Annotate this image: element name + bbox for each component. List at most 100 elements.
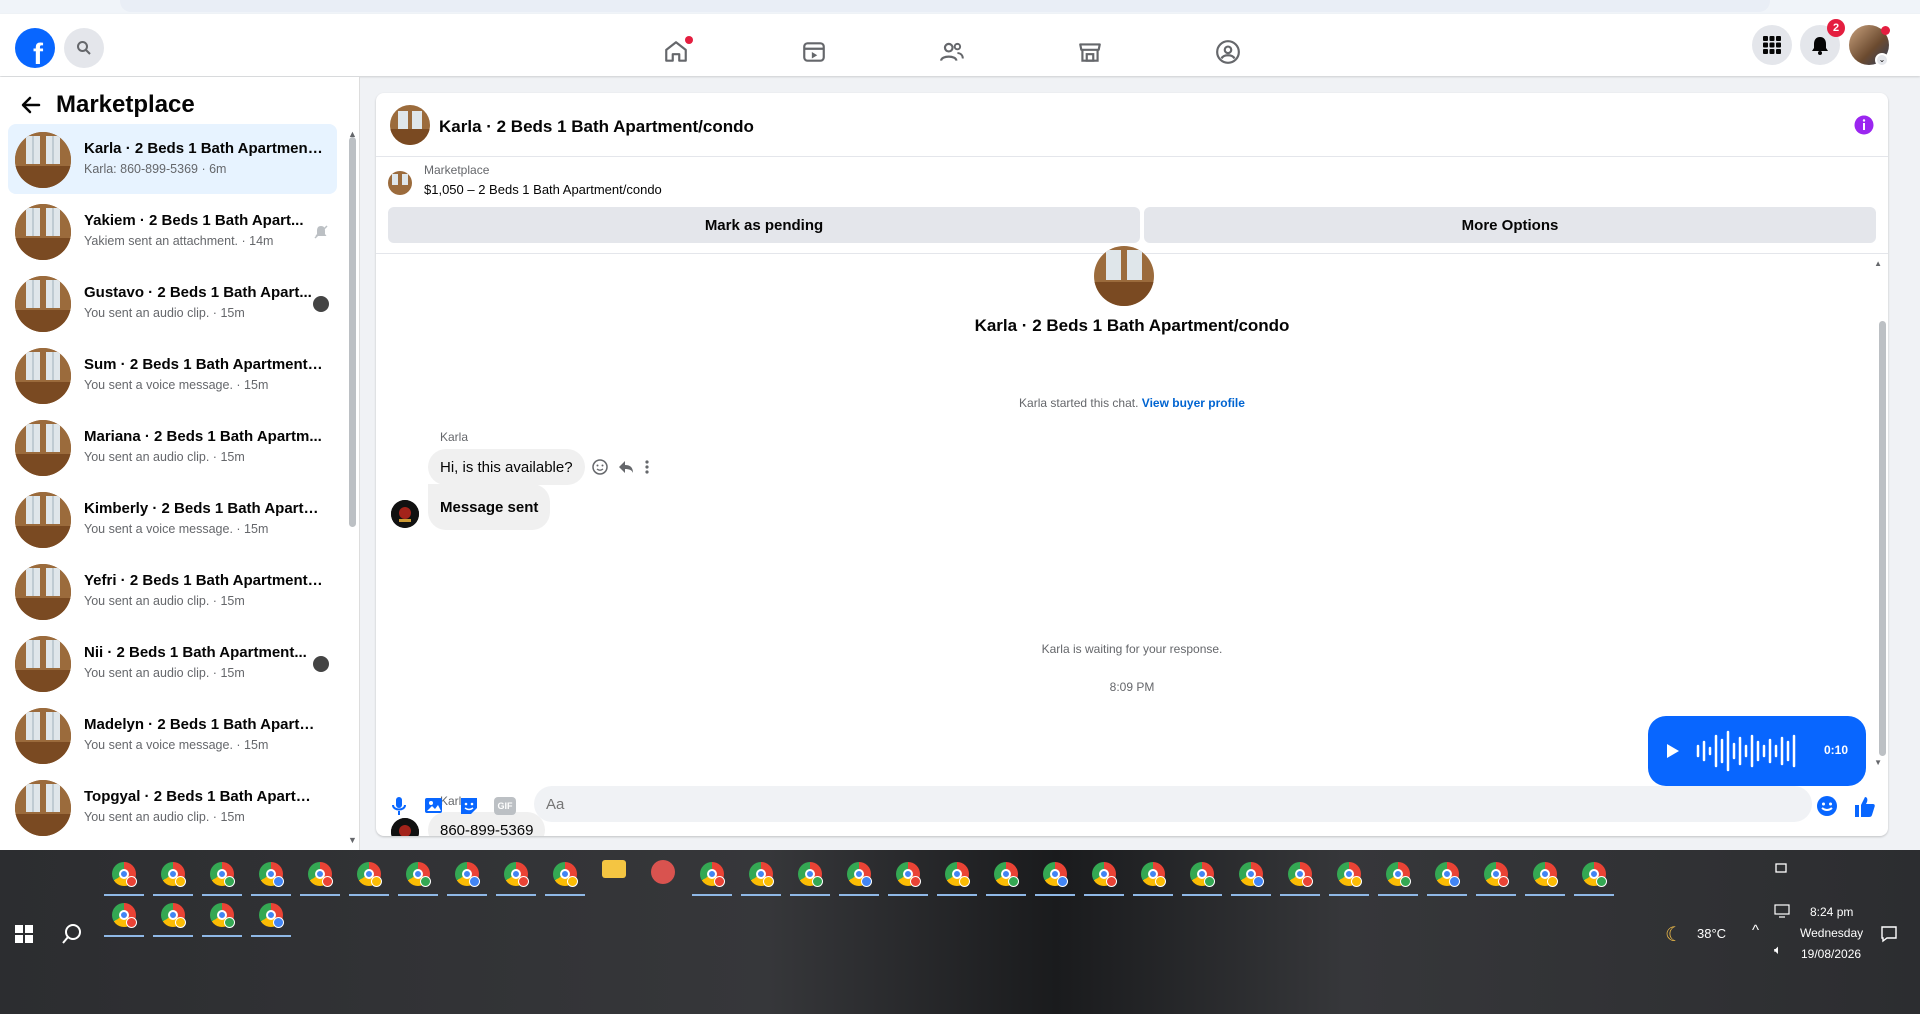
view-buyer-profile-link[interactable]: View buyer profile xyxy=(1142,396,1245,410)
scroll-down-arrow-icon[interactable]: ▼ xyxy=(348,835,357,845)
chrome-taskbar-icon[interactable] xyxy=(1141,862,1166,887)
chrome-taskbar-icon[interactable] xyxy=(1190,862,1215,887)
search-icon[interactable] xyxy=(61,923,83,945)
reply-icon[interactable] xyxy=(617,458,635,476)
windows-start-icon[interactable] xyxy=(15,925,33,943)
chrome-taskbar-icon[interactable] xyxy=(749,862,774,887)
message-sent-bubble[interactable]: Message sent xyxy=(428,484,551,530)
voice-message[interactable]: 0:10 xyxy=(1648,716,1866,786)
chrome-taskbar-icon[interactable] xyxy=(896,862,921,887)
message-bubble[interactable]: Hi, is this available? xyxy=(428,449,585,485)
nav-friends[interactable] xyxy=(934,34,970,70)
chrome-taskbar-icon[interactable] xyxy=(994,862,1019,887)
scroll-up-arrow-icon[interactable]: ▲ xyxy=(348,129,357,139)
facebook-logo[interactable]: f xyxy=(15,28,55,68)
play-icon[interactable] xyxy=(1666,743,1680,759)
nav-marketplace[interactable] xyxy=(1072,34,1108,70)
chrome-taskbar-icon[interactable] xyxy=(161,862,186,887)
network-icon[interactable] xyxy=(1774,904,1790,918)
conversation-item[interactable]: Kimberly · 2 Beds 1 Bath Apartm... You se… xyxy=(8,484,337,554)
sidebar-scrollbar[interactable] xyxy=(349,137,356,527)
conversation-item[interactable]: Topgyal · 2 Beds 1 Bath Apartme... You se… xyxy=(8,772,337,842)
more-dots-icon[interactable] xyxy=(644,458,650,476)
meet-now-icon[interactable] xyxy=(1775,861,1789,875)
sender-avatar[interactable] xyxy=(391,500,419,528)
mark-pending-button[interactable]: Mark as pending xyxy=(388,207,1140,243)
chrome-taskbar-icon[interactable] xyxy=(357,862,382,887)
scroll-up-arrow-icon[interactable]: ▲ xyxy=(1874,259,1882,268)
emoji-icon[interactable] xyxy=(1816,795,1838,817)
nav-video[interactable] xyxy=(796,34,832,70)
like-icon[interactable] xyxy=(1853,795,1877,819)
chrome-taskbar-icon[interactable] xyxy=(1386,862,1411,887)
sidebar-title: Marketplace xyxy=(56,91,195,118)
chrome-taskbar-icon[interactable] xyxy=(1484,862,1509,887)
file-explorer-icon[interactable] xyxy=(602,860,626,878)
chrome-taskbar-icon[interactable] xyxy=(210,862,235,887)
clock-date[interactable]: 19/08/2026 xyxy=(1801,947,1861,961)
sticker-icon[interactable] xyxy=(458,795,480,817)
profile-large-avatar[interactable] xyxy=(1094,246,1154,306)
chrome-taskbar-icon[interactable] xyxy=(1533,862,1558,887)
info-icon[interactable] xyxy=(1854,115,1874,135)
moon-weather-icon[interactable]: ☾ xyxy=(1665,922,1683,947)
chrome-taskbar-icon[interactable] xyxy=(700,862,725,887)
message-input[interactable] xyxy=(534,786,1812,822)
weather-temp[interactable]: 38°C xyxy=(1697,926,1726,941)
chrome-taskbar-icon[interactable] xyxy=(455,862,480,887)
menu-button[interactable] xyxy=(1752,25,1792,65)
chrome-taskbar-icon[interactable] xyxy=(1435,862,1460,887)
conversation-item[interactable]: Karla · 2 Beds 1 Bath Apartment/... Karla… xyxy=(8,124,337,194)
photo-icon[interactable] xyxy=(423,795,445,817)
chrome-taskbar-icon[interactable] xyxy=(1043,862,1068,887)
profile-avatar[interactable]: ⌄ xyxy=(1849,25,1890,67)
chrome-taskbar-icon[interactable] xyxy=(553,862,578,887)
conversation-item[interactable]: Madelyn · 2 Beds 1 Bath Apartm... You sen… xyxy=(8,700,337,770)
chat-scrollbar[interactable] xyxy=(1879,321,1886,756)
chrome-taskbar-icon[interactable] xyxy=(1092,862,1117,887)
chrome-taskbar-icon[interactable] xyxy=(406,862,431,887)
notification-center-icon[interactable] xyxy=(1880,925,1898,943)
taskbar-running-indicator xyxy=(153,935,193,937)
chat-header-avatar[interactable] xyxy=(390,105,430,145)
chrome-taskbar-icon[interactable] xyxy=(504,862,529,887)
microphone-icon[interactable] xyxy=(388,795,410,817)
clock-time[interactable]: 8:24 pm xyxy=(1810,905,1853,919)
chrome-taskbar-icon[interactable] xyxy=(798,862,823,887)
nav-home[interactable] xyxy=(658,34,694,70)
conversation-item[interactable]: Gustavo · 2 Beds 1 Bath Apart... You sent… xyxy=(8,268,337,338)
chrome-taskbar-icon[interactable] xyxy=(161,903,186,928)
react-emoji-icon[interactable] xyxy=(591,458,609,476)
chrome-taskbar-icon[interactable] xyxy=(259,862,284,887)
conversation-item[interactable]: Yefri · 2 Beds 1 Bath Apartment/... You s… xyxy=(8,556,337,626)
muted-bell-icon[interactable] xyxy=(313,224,329,240)
chrome-taskbar-icon[interactable] xyxy=(259,903,284,928)
clock-day[interactable]: Wednesday xyxy=(1800,926,1863,940)
chrome-taskbar-icon[interactable] xyxy=(1337,862,1362,887)
gif-icon[interactable]: GIF xyxy=(494,797,516,815)
conversation-item[interactable]: Nii · 2 Beds 1 Bath Apartment... You sent… xyxy=(8,628,337,698)
conversation-item[interactable]: Sum · 2 Beds 1 Bath Apartment/... You sen… xyxy=(8,340,337,410)
back-arrow-icon[interactable] xyxy=(20,94,42,116)
chrome-taskbar-icon[interactable] xyxy=(210,903,235,928)
nav-groups[interactable] xyxy=(1210,34,1246,70)
notifications-button[interactable]: 2 xyxy=(1800,19,1845,65)
address-bar[interactable] xyxy=(120,0,1770,12)
chat-title[interactable]: Karla · 2 Beds 1 Bath Apartment/condo xyxy=(439,117,754,137)
chrome-taskbar-icon[interactable] xyxy=(112,903,137,928)
scroll-down-arrow-icon[interactable]: ▼ xyxy=(1874,758,1882,767)
chrome-taskbar-icon[interactable] xyxy=(1239,862,1264,887)
more-options-button[interactable]: More Options xyxy=(1144,207,1876,243)
search-button[interactable] xyxy=(64,28,104,68)
tray-chevron-up-icon[interactable]: ^ xyxy=(1752,922,1759,939)
chrome-taskbar-icon[interactable] xyxy=(1582,862,1607,887)
chrome-taskbar-icon[interactable] xyxy=(847,862,872,887)
chrome-taskbar-icon[interactable] xyxy=(112,862,137,887)
chrome-taskbar-icon[interactable] xyxy=(945,862,970,887)
conversation-item[interactable]: Mariana · 2 Beds 1 Bath Apartm... You sen… xyxy=(8,412,337,482)
chrome-taskbar-icon[interactable] xyxy=(308,862,333,887)
conversation-item[interactable]: Yakiem · 2 Beds 1 Bath Apart... Yakiem se… xyxy=(8,196,337,266)
chrome-taskbar-icon[interactable] xyxy=(1288,862,1313,887)
app-taskbar-icon[interactable] xyxy=(651,860,675,884)
volume-icon[interactable]: 🔈︎ xyxy=(1774,942,1782,958)
